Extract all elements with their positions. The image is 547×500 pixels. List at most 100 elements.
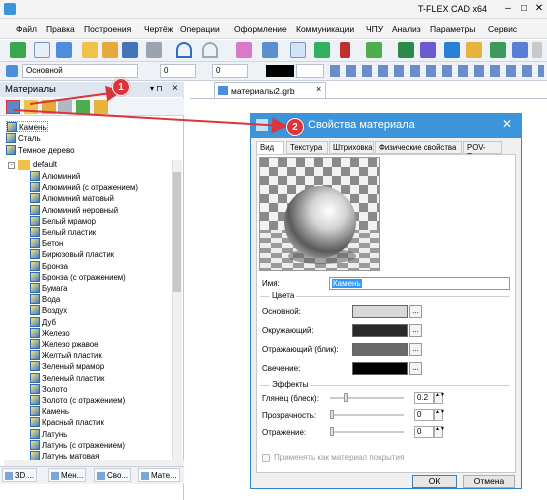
tab-view[interactable]: Вид bbox=[256, 141, 284, 155]
view-icon[interactable] bbox=[262, 42, 278, 58]
profile-icon[interactable] bbox=[314, 42, 330, 58]
color-swatch[interactable] bbox=[352, 343, 408, 356]
material-list-item[interactable]: Белый мрамор bbox=[30, 215, 96, 227]
tab-hatching[interactable]: Штриховка bbox=[329, 141, 374, 154]
material-list-item[interactable]: Алюминий матовый bbox=[30, 193, 114, 204]
menu-service[interactable]: Сервис bbox=[488, 24, 517, 34]
workplane-icon[interactable] bbox=[290, 42, 306, 58]
effect-value-input[interactable]: 0 bbox=[414, 426, 434, 438]
layer-select[interactable]: Основной bbox=[22, 64, 138, 78]
tab-materials[interactable]: Мате... bbox=[138, 468, 180, 482]
material-list-item[interactable]: Зеленый пластик bbox=[30, 372, 104, 384]
color-browse-button[interactable]: ... bbox=[409, 324, 422, 337]
more-tools-icon[interactable] bbox=[532, 42, 542, 58]
material-list-item[interactable]: Алюминий неровный bbox=[30, 204, 118, 216]
open-folder-icon[interactable] bbox=[82, 42, 98, 58]
menu-analysis[interactable]: Анализ bbox=[392, 24, 421, 34]
panel-close-button[interactable]: × bbox=[172, 83, 178, 94]
effect-slider[interactable] bbox=[330, 414, 404, 416]
library-item[interactable]: Сталь bbox=[6, 133, 41, 144]
sweep-icon[interactable] bbox=[466, 42, 482, 58]
scroll-thumb[interactable] bbox=[173, 172, 181, 292]
library-item[interactable]: Камень bbox=[6, 121, 48, 132]
menu-file[interactable]: Файл bbox=[16, 24, 37, 34]
menu-cnc[interactable]: ЧПУ bbox=[366, 24, 383, 34]
material-list-item[interactable]: Алюминий bbox=[30, 171, 80, 182]
redo-icon[interactable] bbox=[202, 42, 218, 58]
material-list-item[interactable]: Бронза bbox=[30, 260, 68, 272]
snap-icons[interactable] bbox=[330, 65, 544, 77]
material-list-item[interactable]: Золото bbox=[30, 383, 68, 395]
effect-value-input[interactable]: 0.2 bbox=[414, 392, 434, 404]
new-document-icon[interactable] bbox=[34, 42, 50, 58]
cancel-button[interactable]: Отмена bbox=[463, 475, 515, 488]
material-list-item[interactable]: Бетон bbox=[30, 238, 63, 249]
minimize-button[interactable]: – bbox=[500, 2, 516, 15]
library-import-icon[interactable] bbox=[94, 100, 108, 114]
material-list-item[interactable]: Белый пластик bbox=[30, 227, 96, 238]
menu-edit[interactable]: Правка bbox=[46, 24, 75, 34]
dialog-close-button[interactable]: ✕ bbox=[494, 115, 520, 133]
boolean-icon[interactable] bbox=[490, 42, 506, 58]
material-list-item[interactable]: Железо ржавое bbox=[30, 339, 99, 350]
library-item[interactable]: Темное дерево bbox=[6, 145, 75, 156]
color-browse-button[interactable]: ... bbox=[409, 305, 422, 318]
spinner-arrows-icon[interactable]: ▲▼ bbox=[434, 392, 445, 404]
save-icon[interactable] bbox=[122, 42, 138, 58]
3d-cube-icon[interactable] bbox=[56, 42, 72, 58]
material-name-input[interactable]: Камень bbox=[329, 277, 510, 290]
material-list-item[interactable]: Зеленый мрамор bbox=[30, 361, 104, 372]
material-list-item[interactable]: Бронза (с отражением) bbox=[30, 271, 126, 283]
material-list-item[interactable]: Алюминий (с отражением) bbox=[30, 182, 138, 193]
material-list-item[interactable]: Латунь bbox=[30, 428, 67, 440]
axis-icon[interactable] bbox=[340, 42, 350, 58]
loft-icon[interactable] bbox=[444, 42, 460, 58]
undo-icon[interactable] bbox=[176, 42, 192, 58]
slider-thumb[interactable] bbox=[330, 410, 334, 419]
node-icon[interactable] bbox=[366, 42, 382, 58]
fillet-icon[interactable] bbox=[512, 42, 528, 58]
material-list-item[interactable]: Железо bbox=[30, 327, 70, 339]
color-swatch[interactable] bbox=[352, 305, 408, 318]
material-list-item[interactable]: Желтый пластик bbox=[30, 350, 102, 361]
color-swatch[interactable] bbox=[266, 65, 294, 77]
color-dropdown[interactable] bbox=[296, 64, 324, 78]
material-list-item[interactable]: Красный пластик bbox=[30, 417, 104, 428]
tab-properties[interactable]: Сво... bbox=[94, 468, 132, 482]
ok-button[interactable]: ОК bbox=[412, 475, 457, 488]
color-swatch[interactable] bbox=[352, 362, 408, 375]
spinner-arrows-icon[interactable]: ▲▼ bbox=[434, 426, 445, 438]
library-add-icon[interactable] bbox=[76, 100, 90, 114]
coating-checkbox[interactable] bbox=[262, 454, 270, 462]
tab-povray[interactable]: POV-Ray bbox=[463, 141, 502, 161]
color-browse-button[interactable]: ... bbox=[409, 362, 422, 375]
library-properties-icon[interactable] bbox=[6, 100, 20, 114]
effect-value-input[interactable]: 0 bbox=[414, 409, 434, 421]
material-list-item[interactable]: Бумага bbox=[30, 283, 67, 294]
document-tab[interactable]: материалы2.grb bbox=[214, 82, 326, 98]
effect-slider[interactable] bbox=[330, 397, 404, 399]
material-list-item[interactable]: Камень bbox=[30, 406, 69, 417]
menu-drawing[interactable]: Чертёж bbox=[144, 24, 173, 34]
extrude-icon[interactable] bbox=[398, 42, 414, 58]
open-3d-icon[interactable] bbox=[102, 42, 118, 58]
check-icon[interactable] bbox=[10, 42, 26, 58]
material-list-item[interactable]: Бирюзовый пластик bbox=[30, 249, 114, 260]
layer-field-1[interactable]: 0 bbox=[160, 64, 196, 78]
print-icon[interactable] bbox=[146, 42, 162, 58]
menu-communications[interactable]: Коммуникации bbox=[296, 24, 354, 34]
maximize-button[interactable]: □ bbox=[516, 2, 532, 15]
material-list-item[interactable]: Золото (с отражением) bbox=[30, 395, 125, 406]
material-list-item[interactable]: Дуб bbox=[30, 316, 56, 328]
tab-texture[interactable]: Текстура bbox=[286, 141, 328, 154]
menu-annotation[interactable]: Оформление bbox=[234, 24, 287, 34]
folder-icon[interactable] bbox=[24, 100, 38, 114]
material-list-item[interactable]: Латунь (с отражением) bbox=[30, 439, 125, 451]
menu-construct[interactable]: Построения bbox=[84, 24, 131, 34]
material-list-item[interactable]: Вода bbox=[30, 294, 60, 305]
spinner-arrows-icon[interactable]: ▲▼ bbox=[434, 409, 445, 421]
tab-3d-model[interactable]: 3D ... bbox=[2, 468, 38, 482]
menu-parameters[interactable]: Параметры bbox=[430, 24, 475, 34]
tab-physical-properties[interactable]: Физические свойства bbox=[375, 141, 462, 154]
delete-icon[interactable] bbox=[58, 100, 72, 114]
